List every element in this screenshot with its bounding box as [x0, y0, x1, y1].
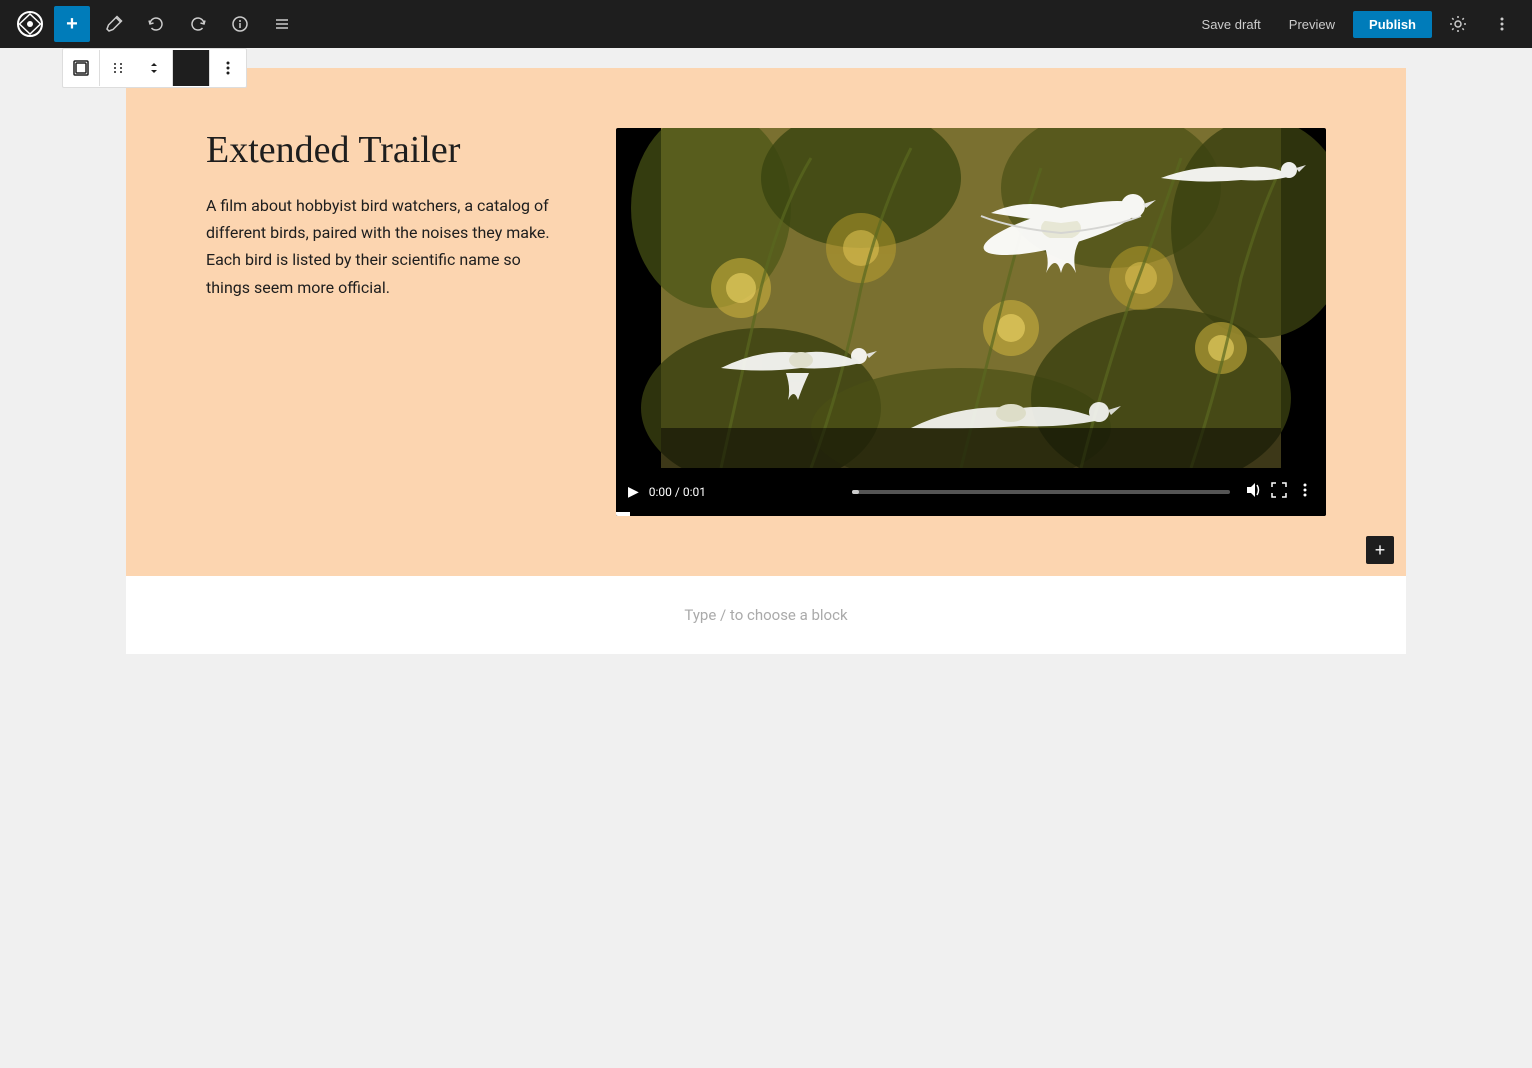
video-control-icons — [1244, 481, 1314, 503]
move-up-down-button[interactable] — [136, 50, 172, 86]
block-description[interactable]: A film about hobbyist bird watchers, a c… — [206, 192, 556, 301]
video-container: ▶ 0:00 / 0:01 — [616, 128, 1326, 516]
block-more-options-button[interactable] — [210, 50, 246, 86]
list-view-button[interactable] — [264, 6, 300, 42]
topbar-right: Save draft Preview Publish — [1192, 6, 1520, 42]
toolbar-group-drag — [100, 50, 173, 86]
topbar: + — [0, 0, 1532, 48]
editor-area: Extended Trailer A film about hobbyist b… — [0, 48, 1532, 1020]
preview-button[interactable]: Preview — [1279, 11, 1345, 38]
media-text-block: Extended Trailer A film about hobbyist b… — [126, 68, 1406, 576]
toolbar-group-style — [173, 50, 210, 86]
editor-content: Extended Trailer A film about hobbyist b… — [126, 68, 1406, 654]
video-progress-bar[interactable] — [852, 490, 1230, 494]
edit-button[interactable] — [96, 6, 132, 42]
toolbar-group-more — [210, 50, 246, 86]
block-placeholder[interactable]: Type / to choose a block — [126, 576, 1406, 654]
video-progress-fill — [852, 490, 860, 494]
play-button-icon[interactable]: ▶ — [628, 484, 639, 500]
settings-button[interactable] — [1440, 6, 1476, 42]
topbar-left: + — [12, 6, 1192, 42]
more-options-button[interactable] — [1484, 6, 1520, 42]
publish-button[interactable]: Publish — [1353, 11, 1432, 38]
block-title[interactable]: Extended Trailer — [206, 128, 556, 172]
info-button[interactable] — [222, 6, 258, 42]
video-seekbar[interactable] — [616, 512, 1326, 516]
block-style-button[interactable] — [173, 50, 209, 86]
redo-button[interactable] — [180, 6, 216, 42]
volume-icon[interactable] — [1244, 481, 1262, 503]
add-block-bottom-button[interactable]: + — [1366, 536, 1394, 564]
video-time: 0:00 / 0:01 — [649, 485, 838, 499]
parent-selector-button[interactable] — [63, 50, 99, 86]
video-seekbar-fill — [616, 512, 630, 516]
block-toolbar — [62, 48, 247, 88]
video-controls: ▶ 0:00 / 0:01 — [616, 472, 1326, 512]
text-column: Extended Trailer A film about hobbyist b… — [206, 128, 556, 301]
video-thumbnail — [616, 128, 1326, 468]
media-column: ▶ 0:00 / 0:01 — [616, 128, 1326, 516]
toolbar-group-parent — [63, 50, 100, 86]
add-block-button[interactable]: + — [54, 6, 90, 42]
undo-button[interactable] — [138, 6, 174, 42]
video-more-icon[interactable] — [1296, 481, 1314, 503]
wp-logo-icon — [12, 6, 48, 42]
fullscreen-icon[interactable] — [1270, 481, 1288, 503]
save-draft-button[interactable]: Save draft — [1192, 11, 1271, 38]
drag-handle-button[interactable] — [100, 50, 136, 86]
